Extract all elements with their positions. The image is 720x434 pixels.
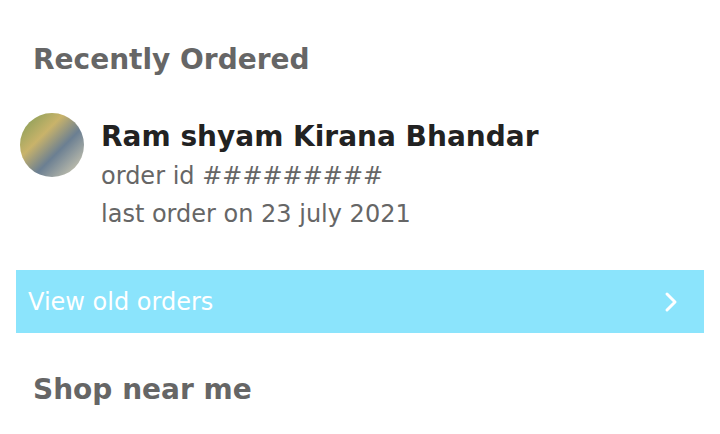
shop-details: Ram shyam Kirana Bhandarorder id #######… <box>101 113 538 233</box>
shop-name: Ram shyam Kirana Bhandar <box>101 117 538 157</box>
view-old-orders-button[interactable]: View old orders <box>16 270 704 333</box>
order-id: order id ######### <box>101 157 538 195</box>
recent-order-row[interactable]: Ram shyam Kirana Bhandarorder id #######… <box>0 113 720 233</box>
section-title: Recently Ordered <box>0 42 720 78</box>
shop-photo <box>20 113 84 177</box>
chevron-right-icon <box>664 291 678 313</box>
section-title: Shop near me <box>0 372 720 408</box>
view-old-orders-label: View old orders <box>28 287 213 317</box>
last-order-date: last order on 23 july 2021 <box>101 195 538 233</box>
